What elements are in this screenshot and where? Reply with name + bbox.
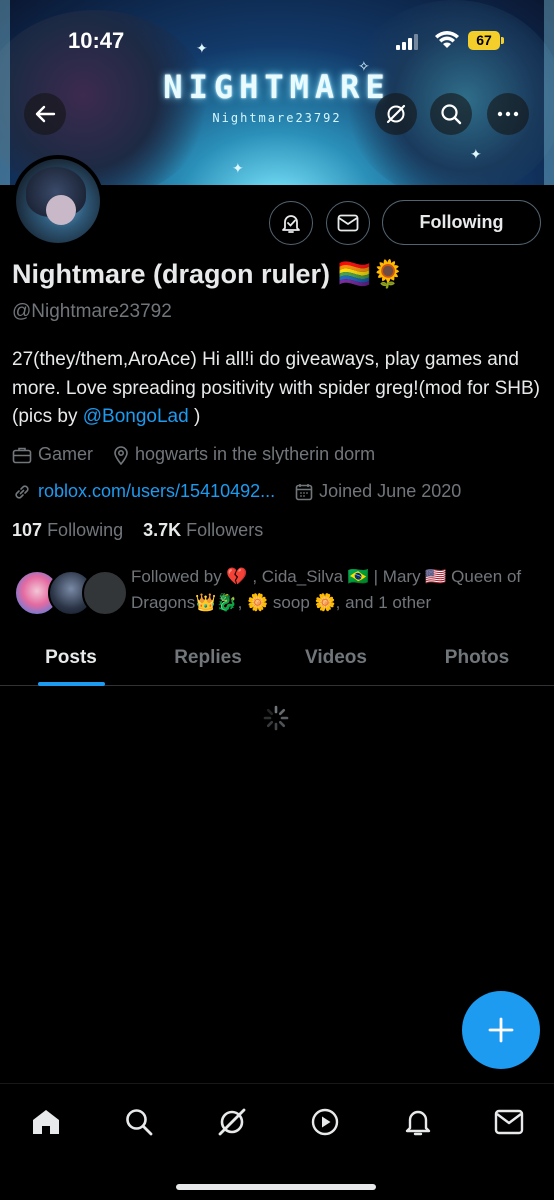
arrow-left-icon: [35, 105, 56, 123]
profile-bio: 27(they/them,AroAce) Hi all!i do giveawa…: [12, 346, 542, 432]
grok-icon: [218, 1108, 246, 1136]
nav-videos[interactable]: [305, 1102, 345, 1142]
location-pin-icon: [114, 445, 128, 465]
compose-post-button[interactable]: [462, 991, 540, 1069]
joined-text: Joined June 2020: [319, 481, 462, 501]
home-indicator[interactable]: [176, 1184, 376, 1190]
tab-replies[interactable]: Replies: [160, 630, 256, 686]
envelope-icon: [337, 214, 359, 232]
display-name: Nightmare (dragon ruler) 🏳️‍🌈🌻: [12, 259, 405, 289]
nav-search[interactable]: [119, 1102, 159, 1142]
followers-count: 3.7K: [143, 520, 182, 540]
nav-messages[interactable]: [489, 1102, 529, 1142]
following-button[interactable]: Following: [382, 200, 541, 245]
briefcase-icon: [12, 447, 32, 463]
following-count-link[interactable]: 107 Following: [12, 520, 123, 540]
category-item: Gamer: [12, 444, 93, 465]
bell-icon: [405, 1110, 431, 1136]
following-count: 107: [12, 520, 43, 540]
nav-grok[interactable]: [212, 1102, 252, 1142]
tab-posts[interactable]: Posts: [28, 630, 114, 686]
location-text: hogwarts in the slytherin dorm: [135, 444, 376, 464]
more-options-button[interactable]: [487, 93, 529, 135]
loading-spinner-icon: [263, 705, 289, 731]
notifications-toggle-button[interactable]: [269, 201, 313, 245]
followers-count-link[interactable]: 3.7K Followers: [143, 520, 263, 540]
tab-photos[interactable]: Photos: [430, 630, 524, 686]
followed-by-avatars[interactable]: [14, 570, 128, 616]
link-icon: [15, 484, 29, 499]
joined-item: Joined June 2020: [295, 481, 461, 502]
followers-label: Followers: [186, 520, 264, 540]
search-icon: [126, 1109, 153, 1136]
nav-notifications[interactable]: [398, 1102, 438, 1142]
home-icon: [33, 1110, 59, 1134]
status-bar: 10:47 67: [0, 0, 554, 80]
avatar-art-face: [46, 195, 76, 225]
bell-check-icon: [282, 215, 300, 233]
profile-avatar[interactable]: [12, 155, 104, 247]
grok-button[interactable]: [375, 93, 417, 135]
website-item[interactable]: roblox.com/users/15410492...: [12, 481, 275, 502]
tab-videos[interactable]: Videos: [290, 630, 382, 686]
bottom-navigation: [0, 1083, 554, 1200]
bio-mention-link[interactable]: @BongoLad: [83, 406, 189, 427]
wifi-icon: [435, 31, 459, 48]
bio-text-end: ): [188, 406, 201, 427]
back-button[interactable]: [24, 93, 66, 135]
nav-home[interactable]: [26, 1102, 66, 1142]
calendar-icon: [295, 483, 313, 500]
video-play-icon: [311, 1108, 339, 1136]
grok-icon: [386, 104, 406, 124]
follower-avatar: [82, 570, 128, 616]
message-button[interactable]: [326, 201, 370, 245]
category-text: Gamer: [38, 444, 94, 464]
active-tab-indicator: [38, 682, 105, 686]
search-icon: [441, 104, 462, 125]
cellular-signal-icon: [396, 34, 418, 50]
location-item: hogwarts in the slytherin dorm: [113, 444, 375, 465]
user-handle: @Nightmare23792: [12, 301, 172, 322]
more-horizontal-icon: [497, 111, 519, 117]
profile-meta-row: Gamer hogwarts in the slytherin dorm: [12, 444, 395, 465]
website-link[interactable]: roblox.com/users/15410492...: [38, 481, 275, 502]
follow-counts: 107 Following 3.7K Followers: [12, 520, 263, 541]
sparkle-icon: ✦: [232, 160, 244, 176]
sparkle-icon: ✦: [470, 146, 482, 162]
plus-icon: [488, 1017, 514, 1043]
search-button[interactable]: [430, 93, 472, 135]
battery-indicator: 67: [468, 31, 504, 50]
profile-tabs: Posts Replies Videos Photos: [0, 630, 554, 686]
envelope-icon: [494, 1109, 524, 1135]
followed-by-text[interactable]: Followed by 💔 , Cida_Silva 🇧🇷 | Mary 🇺🇸 …: [131, 564, 541, 616]
status-time: 10:47: [68, 28, 125, 53]
profile-meta-row-2: roblox.com/users/15410492... Joined June…: [12, 481, 481, 502]
following-label: Following: [47, 520, 124, 540]
